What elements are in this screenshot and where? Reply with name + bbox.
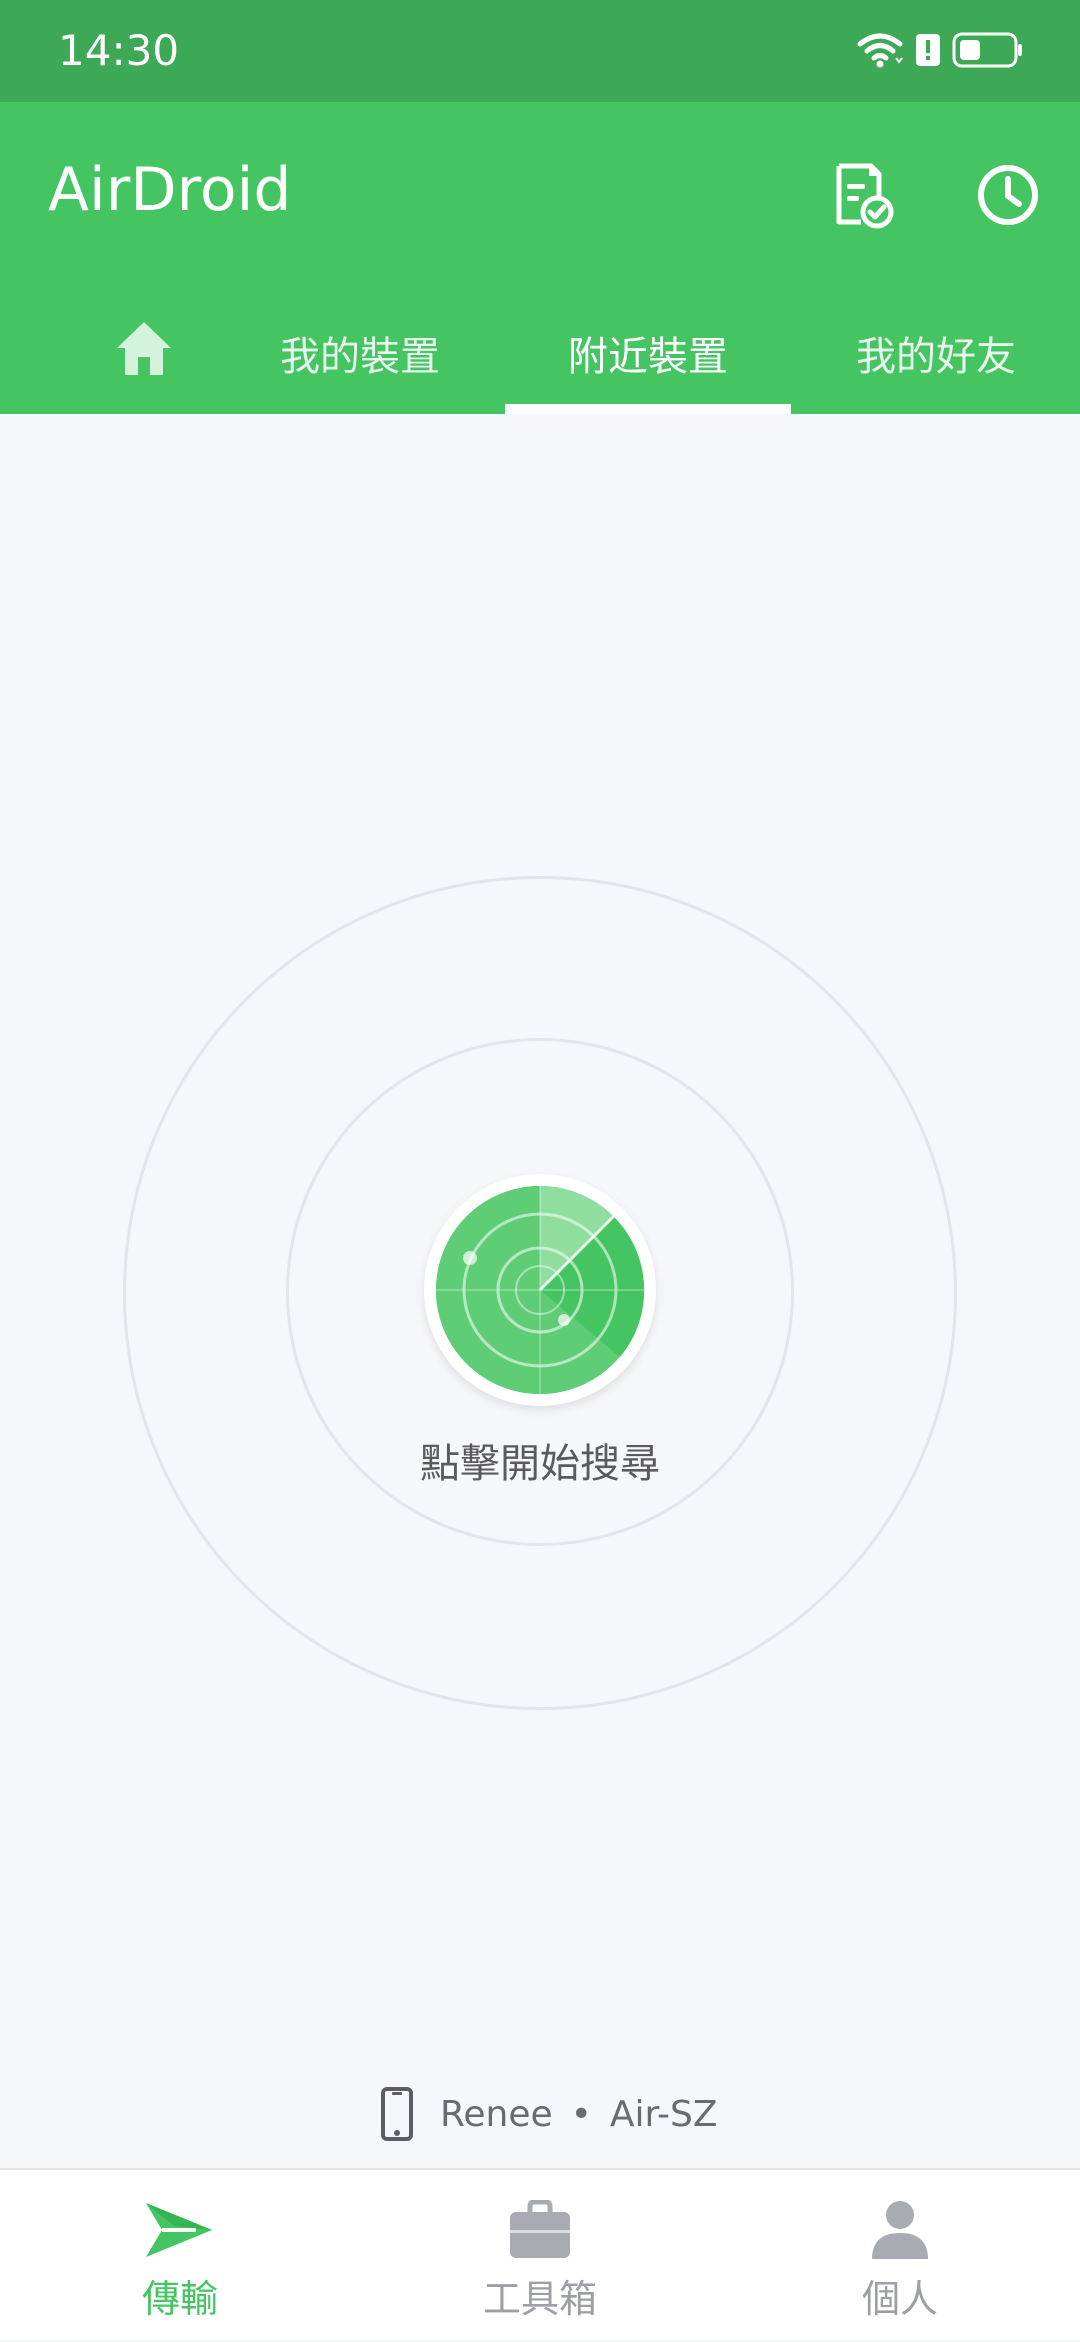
status-time: 14:30 [58,26,180,75]
device-name: Air-SZ [609,2093,718,2135]
app-title: AirDroid [48,155,292,225]
nav-item-transfer[interactable]: 傳輸 [0,2170,360,2342]
bottom-navigation: 傳輸 工具箱 個人 [0,2168,1080,2340]
alert-icon [914,32,942,72]
file-check-icon [827,160,897,234]
battery-icon [952,32,1024,72]
nav-item-personal[interactable]: 個人 [720,2170,1080,2342]
nav-label-personal: 個人 [861,2277,938,2321]
tab-bar: 我的裝置 附近裝置 我的好友 [0,292,1080,414]
toolbox-icon [508,2199,572,2264]
nav-item-toolbox[interactable]: 工具箱 [360,2170,720,2342]
history-button[interactable] [963,152,1053,242]
wifi-icon [856,30,904,74]
tab-my-friends[interactable]: 我的好友 [792,292,1080,414]
history-clock-icon [975,162,1041,232]
current-device-info: Renee • Air-SZ [380,2084,718,2144]
nav-icon-wrapper [0,2192,360,2272]
tab-my-devices[interactable]: 我的裝置 [216,292,504,414]
send-icon [142,2199,218,2265]
start-search-label: 點擊開始搜尋 [420,1441,660,1487]
home-icon [114,319,174,387]
person-icon [870,2199,930,2265]
device-separator: • [570,2093,592,2135]
tab-nearby-devices[interactable]: 附近裝置 [504,292,792,414]
nav-label-toolbox: 工具箱 [482,2277,597,2321]
status-icons [856,30,1024,74]
device-user-name: Renee [440,2093,553,2135]
nav-label-transfer: 傳輸 [141,2277,218,2321]
nav-icon-wrapper [360,2192,720,2272]
status-bar: 14:30 [0,0,1080,102]
phone-icon [380,2086,414,2142]
start-search-button[interactable] [424,1174,656,1406]
file-check-button[interactable] [817,152,907,242]
app-bar: AirDroid 我的裝置 附近裝置 我的好友 [0,102,1080,414]
active-tab-indicator [505,404,791,414]
nav-icon-wrapper [720,2192,1080,2272]
